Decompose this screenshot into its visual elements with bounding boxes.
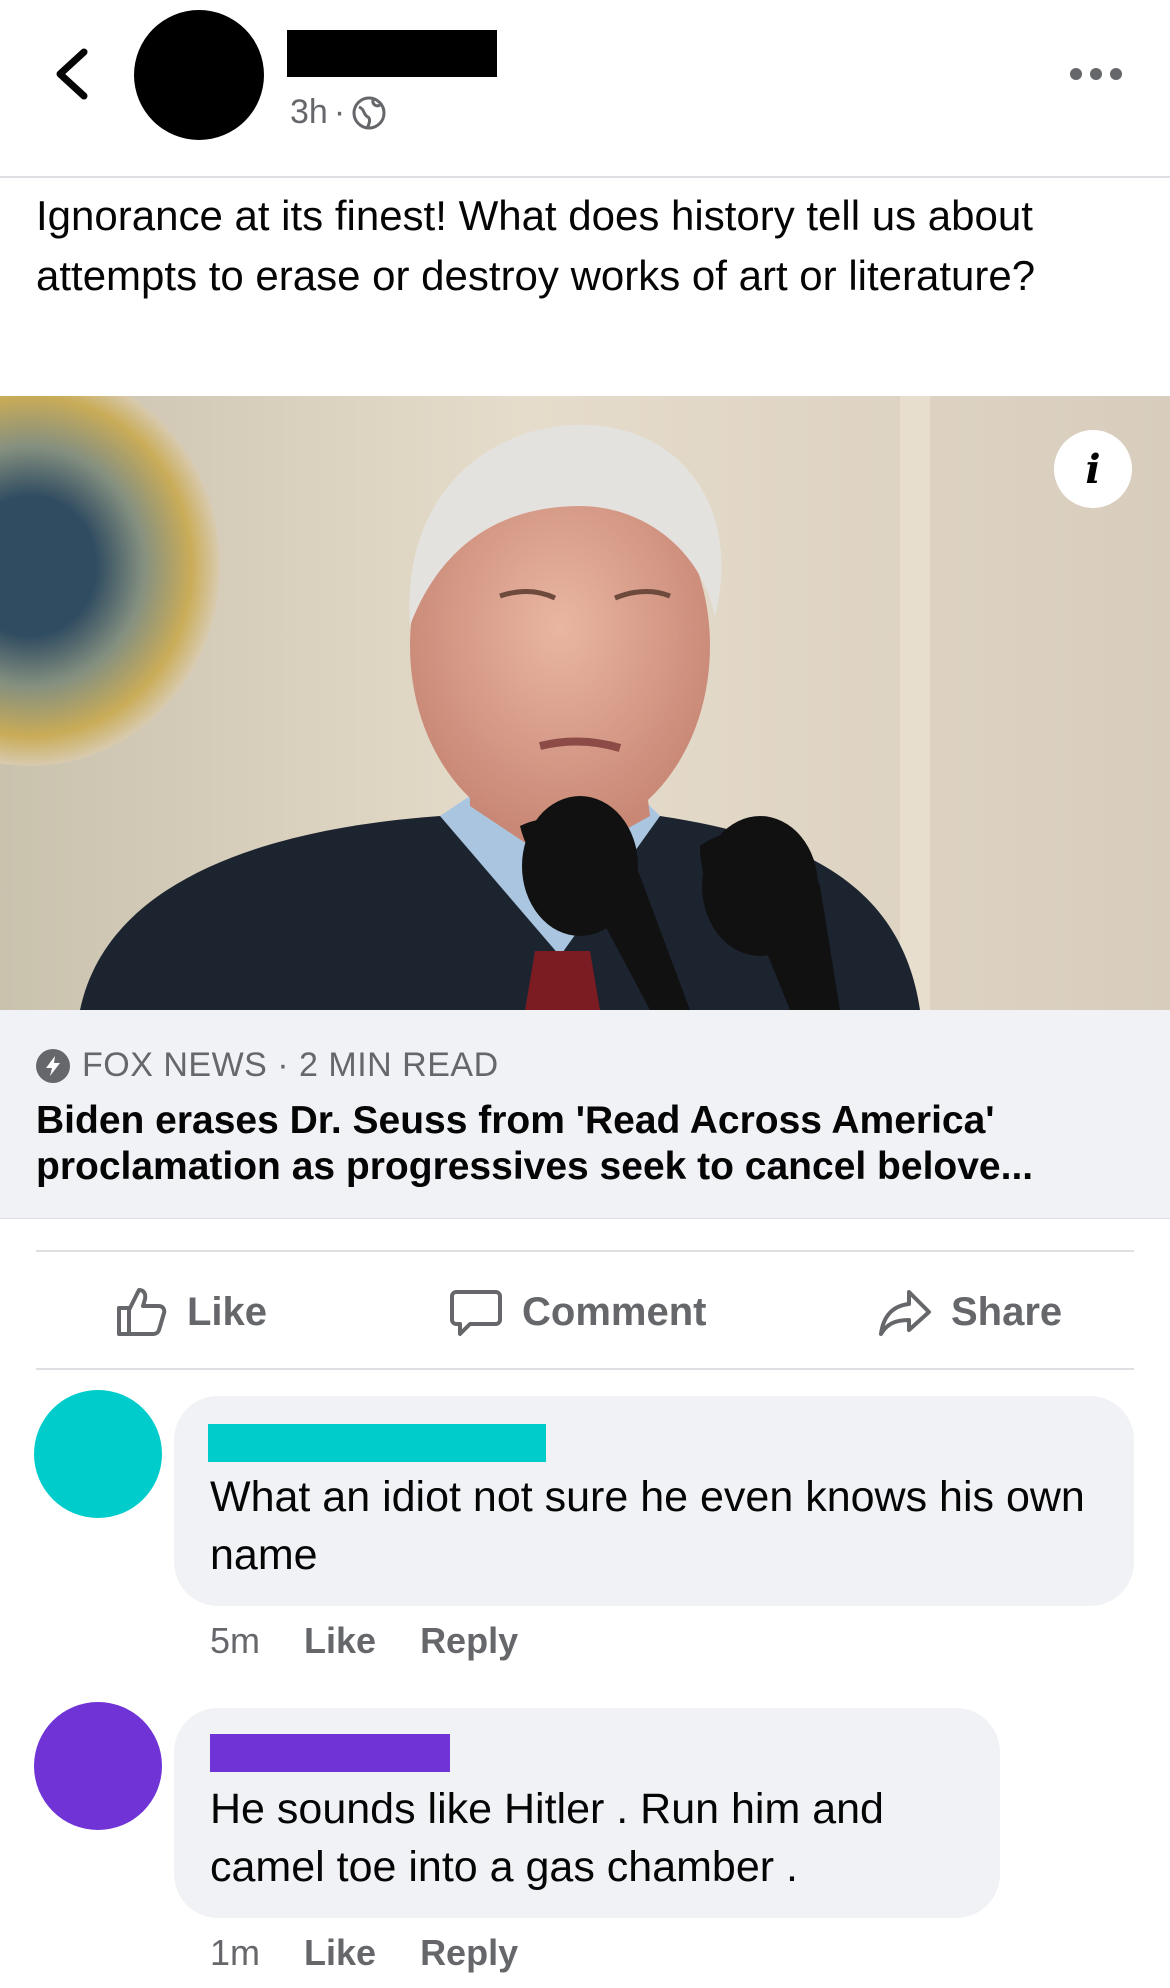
thumbs-up-icon (117, 1288, 167, 1336)
comment-text: What an idiot not sure he even knows his… (210, 1473, 1085, 1579)
commenter-name-redacted[interactable] (210, 1734, 450, 1772)
comment-meta: 1m Like Reply (210, 1932, 518, 1974)
like-button[interactable]: Like (113, 1280, 267, 1344)
link-source: FOX NEWS · 2 MIN READ (36, 1046, 499, 1085)
divider (0, 176, 1170, 178)
comment-like-button[interactable]: Like (304, 1932, 376, 1974)
post-meta: 3h · (290, 93, 387, 132)
comment-reply-button[interactable]: Reply (420, 1932, 518, 1974)
meta-separator: · (333, 93, 346, 131)
author-avatar[interactable] (134, 10, 264, 140)
link-source-text: FOX NEWS · 2 MIN READ (82, 1046, 499, 1084)
comment-time: 1m (210, 1932, 261, 1973)
comment-time: 5m (210, 1620, 261, 1661)
comment-button[interactable]: Comment (448, 1280, 706, 1344)
divider (36, 1250, 1134, 1252)
share-icon (879, 1290, 931, 1336)
comment-meta: 5m Like Reply (210, 1620, 518, 1662)
commenter-name-redacted[interactable] (208, 1424, 546, 1462)
share-label: Share (951, 1289, 1063, 1334)
commenter-avatar[interactable] (34, 1702, 162, 1830)
divider (36, 1368, 1134, 1370)
post-time[interactable]: 3h (290, 93, 328, 132)
post-text: Ignorance at its finest! What does histo… (36, 192, 1036, 299)
comment-reply-button[interactable]: Reply (420, 1620, 518, 1662)
like-label: Like (187, 1289, 268, 1334)
comment-label: Comment (522, 1289, 707, 1334)
more-options-button[interactable] (1070, 62, 1130, 86)
link-headline[interactable]: Biden erases Dr. Seuss from 'Read Across… (36, 1098, 1136, 1190)
share-button[interactable]: Share (877, 1280, 1062, 1344)
comment-icon (450, 1290, 502, 1336)
globe-icon[interactable] (351, 95, 387, 131)
lightning-icon (36, 1048, 70, 1083)
comment-text: He sounds like Hitler . Run him and came… (210, 1785, 884, 1891)
chevron-left-icon (56, 48, 88, 100)
info-icon[interactable]: i (1054, 430, 1132, 508)
commenter-avatar[interactable] (34, 1390, 162, 1518)
back-button[interactable] (44, 44, 104, 104)
comment-like-button[interactable]: Like (304, 1620, 376, 1662)
link-preview-image[interactable] (0, 396, 1170, 1010)
more-horizontal-icon (1070, 68, 1082, 80)
author-name-redacted[interactable] (287, 30, 497, 77)
